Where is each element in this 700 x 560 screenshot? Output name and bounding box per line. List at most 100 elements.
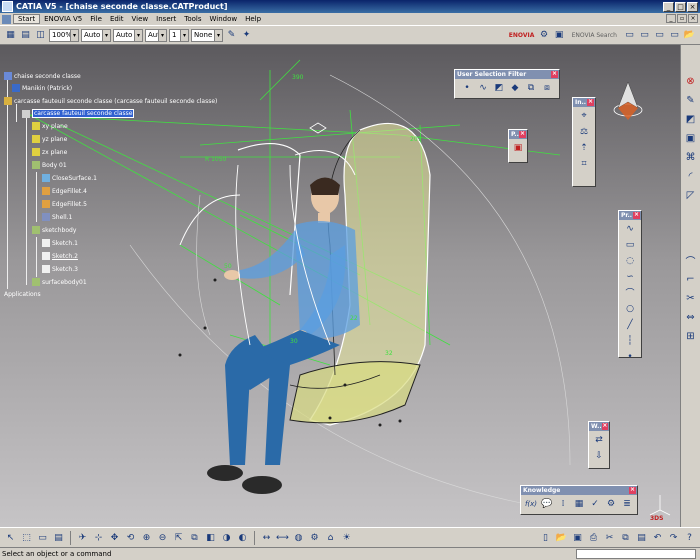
spline-icon[interactable]: ∽ [624,270,637,283]
doc-minimize-button[interactable]: _ [666,14,676,23]
rectangle-icon[interactable]: ▭ [624,238,637,251]
redo-icon[interactable]: ↷ [667,531,680,544]
3d-viewport[interactable]: 390 R 1050 207 50 22 30 32 chaise second… [0,45,680,527]
pad-icon[interactable]: ▣ [684,132,697,145]
constraint-icon[interactable]: ⊞ [684,330,697,343]
menu-file[interactable]: File [86,15,106,23]
normal-view-icon[interactable]: ⇱ [172,531,185,544]
tree-item-carcasse[interactable]: carcasse fauteuil seconde classe (carcas… [4,97,217,105]
inertia-icon[interactable]: ⚖ [578,125,591,138]
tree-item-yz-plane[interactable]: yz plane [32,135,67,143]
tree-item-sketch-2[interactable]: Sketch.2 [42,252,78,260]
measure-between-icon[interactable]: ↔ [260,531,273,544]
arc-icon[interactable]: ⌒ [624,286,637,299]
point-icon[interactable]: • [624,350,637,363]
circle-tool-icon[interactable]: ◌ [624,254,637,267]
tree-item-shell[interactable]: Shell.1 [42,213,72,221]
copy-icon[interactable]: ⧉ [619,531,632,544]
apply-material-icon[interactable]: ◍ [292,531,305,544]
layer-combo[interactable]: 1 ▾ [169,28,189,42]
compass-widget[interactable] [608,80,648,125]
close-icon[interactable]: × [551,71,558,78]
tree-item-edge-fillet-5[interactable]: EdgeFillet.5 [42,200,87,208]
zoom-area-icon[interactable]: ◫ [34,29,47,42]
hide-show-icon[interactable]: ◑ [220,531,233,544]
tree-item-surfacebody[interactable]: surfacebody01 [32,278,87,286]
analysis-icon[interactable]: ⌗ [578,157,591,170]
whats-this-icon[interactable]: ? [683,531,696,544]
pan-icon[interactable]: ✥ [108,531,121,544]
menu-enovia[interactable]: ENOVIA V5 [40,15,86,23]
fillet-icon[interactable]: ◜ [684,170,697,183]
enovia-icon-2[interactable]: ▭ [638,29,651,42]
surface-filter-icon[interactable]: ◩ [493,81,506,94]
tree-item-body01[interactable]: Body 01 [32,161,67,169]
scene-icon[interactable]: ⌂ [324,531,337,544]
enovia-icon-1[interactable]: ▭ [623,29,636,42]
knowledge-advisor-icon[interactable]: ⚙ [605,497,618,510]
tree-item-zx-plane[interactable]: zx plane [32,148,67,156]
chamfer-icon[interactable]: ◸ [684,189,697,202]
tree-item-sketch-1[interactable]: Sketch.1 [42,239,78,247]
properties-icon[interactable]: ✦ [240,29,253,42]
grid-icon[interactable]: ▦ [4,29,17,42]
volume-filter-icon[interactable]: ◆ [509,81,522,94]
corner-icon[interactable]: ⌐ [684,273,697,286]
document-menu-icon[interactable] [2,14,11,24]
tool-filter-icon[interactable]: ⧈ [541,81,554,94]
select-icon[interactable]: ↖ [4,531,17,544]
arrow-up-icon[interactable]: ⇡ [578,141,591,154]
sketcher-icon[interactable]: ✎ [684,94,697,107]
point-filter-icon[interactable]: • [461,81,474,94]
plane-tool-icon[interactable]: ◩ [684,113,697,126]
catia-app-icon[interactable] [2,1,13,12]
exit-workbench-icon[interactable]: ⊗ [684,75,697,88]
list-icon[interactable]: ≣ [621,497,634,510]
toolbar-title-bar[interactable]: In.. × [573,98,595,107]
shading-icon[interactable]: ◧ [204,531,217,544]
style-combo-c[interactable]: Aut ▾ [145,28,167,42]
cut-icon[interactable]: ✂ [603,531,616,544]
paint-brush-icon[interactable]: ✎ [225,29,238,42]
tree-item-sketchbody[interactable]: sketchbody [32,226,76,234]
undo-icon[interactable]: ↶ [651,531,664,544]
curve-tool-icon[interactable]: ⌒ [684,254,697,268]
pocket-icon[interactable]: ⌘ [684,151,697,164]
fly-icon[interactable]: ✈ [76,531,89,544]
menu-tools[interactable]: Tools [180,15,205,23]
tree-item-edge-fillet-4[interactable]: EdgeFillet.4 [42,187,87,195]
close-icon[interactable]: × [601,423,608,430]
mirror-icon[interactable]: ⇔ [684,311,697,324]
close-icon[interactable]: × [519,131,526,138]
workbench-icon[interactable]: ⇄ [593,433,606,446]
swap-space-icon[interactable]: ◐ [236,531,249,544]
maximize-button[interactable]: □ [675,1,686,12]
ellipse-icon[interactable]: ○ [624,302,637,315]
check-icon[interactable]: ✓ [589,497,602,510]
close-icon[interactable]: × [587,99,594,106]
toolbar-title-bar[interactable]: P.. × [509,130,527,139]
measure-icon[interactable]: ⌖ [578,109,591,122]
toolbar-title-bar[interactable]: Pr.. × [619,211,641,220]
menu-start[interactable]: Start [13,14,41,24]
menu-edit[interactable]: Edit [106,15,128,23]
profile-icon[interactable]: ∿ [624,222,637,235]
enovia-db-icon[interactable]: ▣ [553,29,566,42]
light-icon[interactable]: ☀ [340,531,353,544]
close-icon[interactable]: × [629,487,636,494]
zoom-combo[interactable]: 100% ▾ [49,28,79,42]
rule-icon[interactable]: ⁞ [557,497,570,510]
enovia-tool-icon[interactable]: ⚙ [538,29,551,42]
zoom-out-icon[interactable]: ⊖ [156,531,169,544]
print-icon[interactable]: ⎙ [587,531,600,544]
line-icon[interactable]: ╱ [624,318,637,331]
curve-filter-icon[interactable]: ∿ [477,81,490,94]
comment-icon[interactable]: 💬 [541,497,554,510]
table-edit-icon[interactable]: ▦ [573,497,586,510]
axis-icon[interactable]: ┆ [624,334,637,347]
mechanism-icon[interactable]: ⚙ [308,531,321,544]
menu-window[interactable]: Window [206,15,242,23]
catalog-icon[interactable]: ▤ [52,531,65,544]
tree-item-sketch-3[interactable]: Sketch.3 [42,265,78,273]
folder-open-icon[interactable]: 📂 [683,29,696,42]
